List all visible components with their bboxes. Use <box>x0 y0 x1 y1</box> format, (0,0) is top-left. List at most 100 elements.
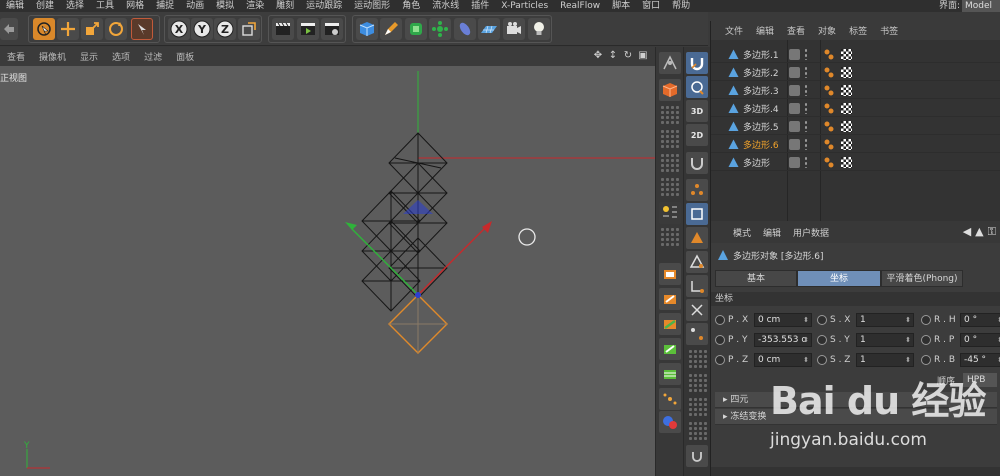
scale-field[interactable]: 1 ⬍ <box>856 352 914 367</box>
phong-tag-icon[interactable] <box>824 67 836 78</box>
menu-item[interactable]: 模拟 <box>210 0 240 12</box>
object-row[interactable]: 多边形.4 <box>711 100 1000 117</box>
grid-icon[interactable] <box>688 421 708 441</box>
scale-icon[interactable] <box>81 18 103 40</box>
rotation-order-select[interactable]: HPB <box>963 373 997 387</box>
pen-icon[interactable] <box>380 18 402 40</box>
phong-tag-icon[interactable] <box>824 139 836 150</box>
visibility-dots-icon[interactable] <box>804 156 808 168</box>
spinner-icon[interactable]: ⬍ <box>905 334 911 346</box>
menu-item[interactable]: 雕刻 <box>270 0 300 12</box>
scale-radio[interactable] <box>817 334 827 345</box>
undo-icon[interactable] <box>0 18 18 40</box>
grid-icon[interactable] <box>688 349 708 369</box>
visibility-dots-icon[interactable] <box>804 138 808 150</box>
layer-toggle-icon[interactable] <box>789 49 800 60</box>
cube-icon[interactable] <box>356 18 378 40</box>
texture-tag-icon[interactable] <box>841 139 852 150</box>
menu-item[interactable]: 渲染 <box>240 0 270 12</box>
viewport-menu-item[interactable]: 面板 <box>169 50 201 63</box>
grid-icon[interactable] <box>688 373 708 393</box>
menu-item[interactable]: X-Particles <box>495 0 554 12</box>
snap-icon[interactable] <box>686 152 708 174</box>
visibility-dots-icon[interactable] <box>804 102 808 114</box>
rotation-radio[interactable] <box>921 334 931 345</box>
menu-item[interactable]: 运动图形 <box>348 0 396 12</box>
axis-mode-icon[interactable] <box>686 275 708 297</box>
texture-tag-icon[interactable] <box>841 103 852 114</box>
orbit-icon[interactable]: ↻ <box>622 49 634 61</box>
rotation-radio[interactable] <box>921 354 931 365</box>
attribute-tab[interactable]: 坐标 <box>797 270 881 287</box>
points-icon[interactable] <box>686 179 708 201</box>
rotate-icon[interactable] <box>105 18 127 40</box>
object-row[interactable]: 多边形.1 <box>711 46 1000 63</box>
menu-item[interactable]: 角色 <box>396 0 426 12</box>
subdivision-icon[interactable] <box>405 18 427 40</box>
spinner-icon[interactable]: ⬍ <box>905 354 911 366</box>
layer-toggle-icon[interactable] <box>789 139 800 150</box>
rotation-field[interactable]: 0 °⬍ <box>960 312 1000 327</box>
visibility-dots-icon[interactable] <box>804 66 808 78</box>
viewport-menu-item[interactable]: 显示 <box>73 50 105 63</box>
object-row[interactable]: 多边形 <box>711 154 1000 171</box>
edges-icon[interactable] <box>686 203 708 225</box>
phong-tag-icon[interactable] <box>824 103 836 114</box>
render-picture-icon[interactable] <box>297 18 319 40</box>
phong-tag-icon[interactable] <box>824 121 836 132</box>
menu-item[interactable]: 运动跟踪 <box>300 0 348 12</box>
2d-snap-icon[interactable]: 2D <box>686 124 708 146</box>
camera-icon[interactable] <box>503 18 525 40</box>
object-name[interactable]: 多边形 <box>743 156 770 169</box>
lock-icon[interactable]: ⚿ <box>988 225 996 239</box>
texture-mode-icon[interactable] <box>659 79 681 101</box>
pan-icon[interactable]: ✥ <box>592 49 604 61</box>
object-name[interactable]: 多边形.6 <box>743 138 779 151</box>
menu-item[interactable]: 窗口 <box>636 0 666 12</box>
menu-item[interactable]: 脚本 <box>606 0 636 12</box>
object-name[interactable]: 多边形.1 <box>743 48 779 61</box>
visibility-dots-icon[interactable] <box>804 120 808 132</box>
zoom-icon[interactable]: ↕ <box>607 49 619 61</box>
attribute-menu-item[interactable]: 编辑 <box>763 226 781 239</box>
phong-tag-icon[interactable] <box>824 85 836 96</box>
move-icon[interactable] <box>57 18 79 40</box>
scale-field[interactable]: 1 ⬍ <box>856 312 914 327</box>
texture-tag-icon[interactable] <box>841 67 852 78</box>
model-mode-icon[interactable] <box>659 52 681 74</box>
grid-icon[interactable] <box>660 227 680 247</box>
position-field[interactable]: -353.553 c ⬍ <box>754 332 812 347</box>
texture-tag-icon[interactable] <box>841 49 852 60</box>
visibility-dots-icon[interactable] <box>804 84 808 96</box>
scale-radio[interactable] <box>817 354 827 365</box>
collapsed-group[interactable]: ▸ 冻结变换 <box>715 409 997 425</box>
rotation-radio[interactable] <box>921 314 931 325</box>
phong-tag-icon[interactable] <box>824 157 836 168</box>
spinner-icon[interactable]: ⬍ <box>803 354 809 366</box>
workplane-icon[interactable] <box>659 202 681 224</box>
spinner-icon[interactable]: ⬍ <box>803 334 809 346</box>
object-menu-item[interactable]: 对象 <box>818 24 836 37</box>
paint-fill-icon[interactable] <box>659 313 681 335</box>
grid-icon[interactable] <box>660 129 680 149</box>
y-axis-icon[interactable]: Y <box>191 18 213 40</box>
solo-icon[interactable] <box>686 323 708 345</box>
light-icon[interactable] <box>528 18 550 40</box>
maximize-icon[interactable]: ▣ <box>637 49 649 61</box>
menu-item[interactable]: 编辑 <box>0 0 30 12</box>
3d-snap-icon[interactable]: 3D <box>686 100 708 122</box>
grid-icon[interactable] <box>660 153 680 173</box>
menu-item[interactable]: 工具 <box>90 0 120 12</box>
menu-item[interactable]: RealFlow <box>554 0 606 12</box>
menu-item[interactable]: 创建 <box>30 0 60 12</box>
last-tool-icon[interactable] <box>131 18 153 40</box>
grid-icon[interactable] <box>688 397 708 417</box>
local-x-arrow[interactable] <box>482 221 492 233</box>
layer-toggle-icon[interactable] <box>789 157 800 168</box>
object-menu-item[interactable]: 标签 <box>849 24 867 37</box>
spinner-icon[interactable]: ⬍ <box>905 314 911 326</box>
object-row[interactable]: 多边形.2 <box>711 64 1000 81</box>
render-view-icon[interactable] <box>272 18 294 40</box>
menu-item[interactable]: 网格 <box>120 0 150 12</box>
paint-icon[interactable] <box>659 263 681 285</box>
